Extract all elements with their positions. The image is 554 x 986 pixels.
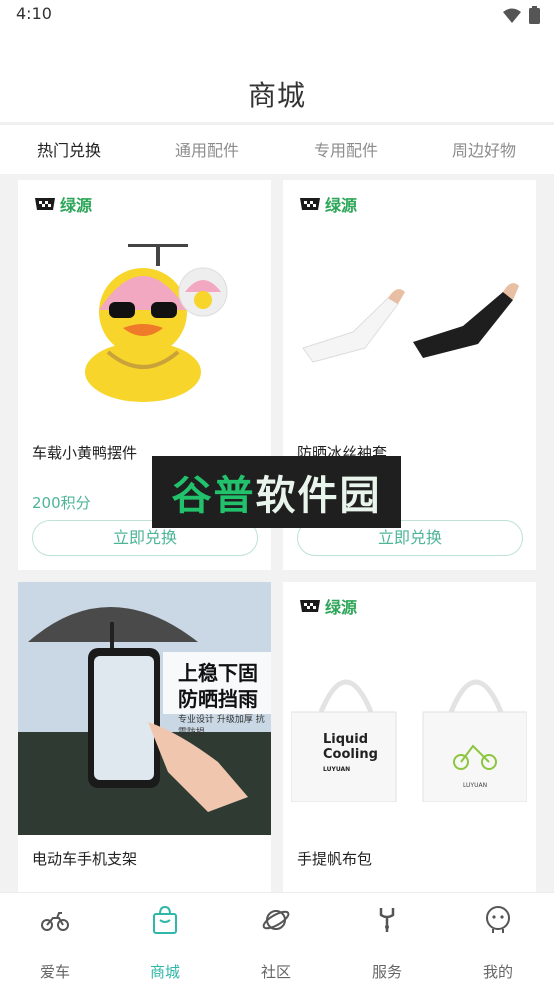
profile-face-icon [486,906,510,933]
product-card-canvas-bag[interactable]: 绿源 Liquid Cooling LUYUAN LUYUAN 手提帆布包 [283,582,536,892]
watermark-logo: 谷普 软件园 [152,456,401,528]
motorbike-icon [41,912,69,931]
shopping-bag-icon [153,905,177,934]
product-name: 电动车手机支架 [32,850,138,868]
status-bar: 4:10 [0,0,554,30]
status-icons [503,6,540,24]
canvas-bags-image[interactable] [291,652,527,802]
page-title: 商城 [247,79,306,112]
image-headline: 上稳下固 防晒挡雨 [178,661,258,711]
planet-icon [262,910,290,930]
image-subtext: 专业设计 升级加厚 抗震防损 [178,715,265,738]
bag-print-text: Liquid Cooling LUYUAN [323,732,378,773]
brand-badge: 绿源 [299,192,357,216]
product-grid: 绿源 车载小黄鸭摆件 200积分 立即兑换 绿源 防晒冰丝袖套 立即兑换 上稳下… [0,174,554,892]
tab-hot-redeem[interactable]: 热门兑换 [14,137,124,161]
wifi-icon [503,8,521,23]
product-name: 手提帆布包 [297,850,373,868]
brand-logo-icon [300,198,320,210]
tab-general-accessories[interactable]: 通用配件 [152,137,262,161]
nav-item-mall[interactable]: 商城 [110,893,220,986]
nav-item-service[interactable]: 服务 [332,893,442,986]
brand-name: 绿源 [325,598,358,617]
product-card-phone-holder[interactable]: 上稳下固 防晒挡雨 专业设计 升级加厚 抗震防损 电动车手机支架 [18,582,271,892]
brand-name: 绿源 [60,196,93,215]
duck-ornament-image[interactable] [73,232,233,402]
brand-logo-icon [300,600,320,612]
nav-item-my-car[interactable]: 爱车 [0,893,110,986]
nav-item-community[interactable]: 社区 [221,893,331,986]
arm-sleeves-image[interactable] [293,270,523,370]
tab-special-accessories[interactable]: 专用配件 [291,137,401,161]
battery-icon [529,6,540,24]
status-time: 4:10 [16,4,52,23]
bottom-nav: 爱车 商城 社区 服务 我的 [0,892,554,986]
brand-badge: 绿源 [34,192,92,216]
tab-merchandise[interactable]: 周边好物 [429,137,539,161]
nav-item-mine[interactable]: 我的 [443,893,553,986]
bag2-print-text: LUYUAN [463,782,488,789]
brand-name: 绿源 [325,196,358,215]
product-name: 车载小黄鸭摆件 [32,444,138,462]
brand-logo-icon [35,198,55,210]
category-tabs: 热门兑换 通用配件 专用配件 周边好物 [0,122,554,177]
product-points: 200积分 [32,494,91,512]
brand-badge: 绿源 [299,594,357,618]
wrench-icon [379,908,395,932]
